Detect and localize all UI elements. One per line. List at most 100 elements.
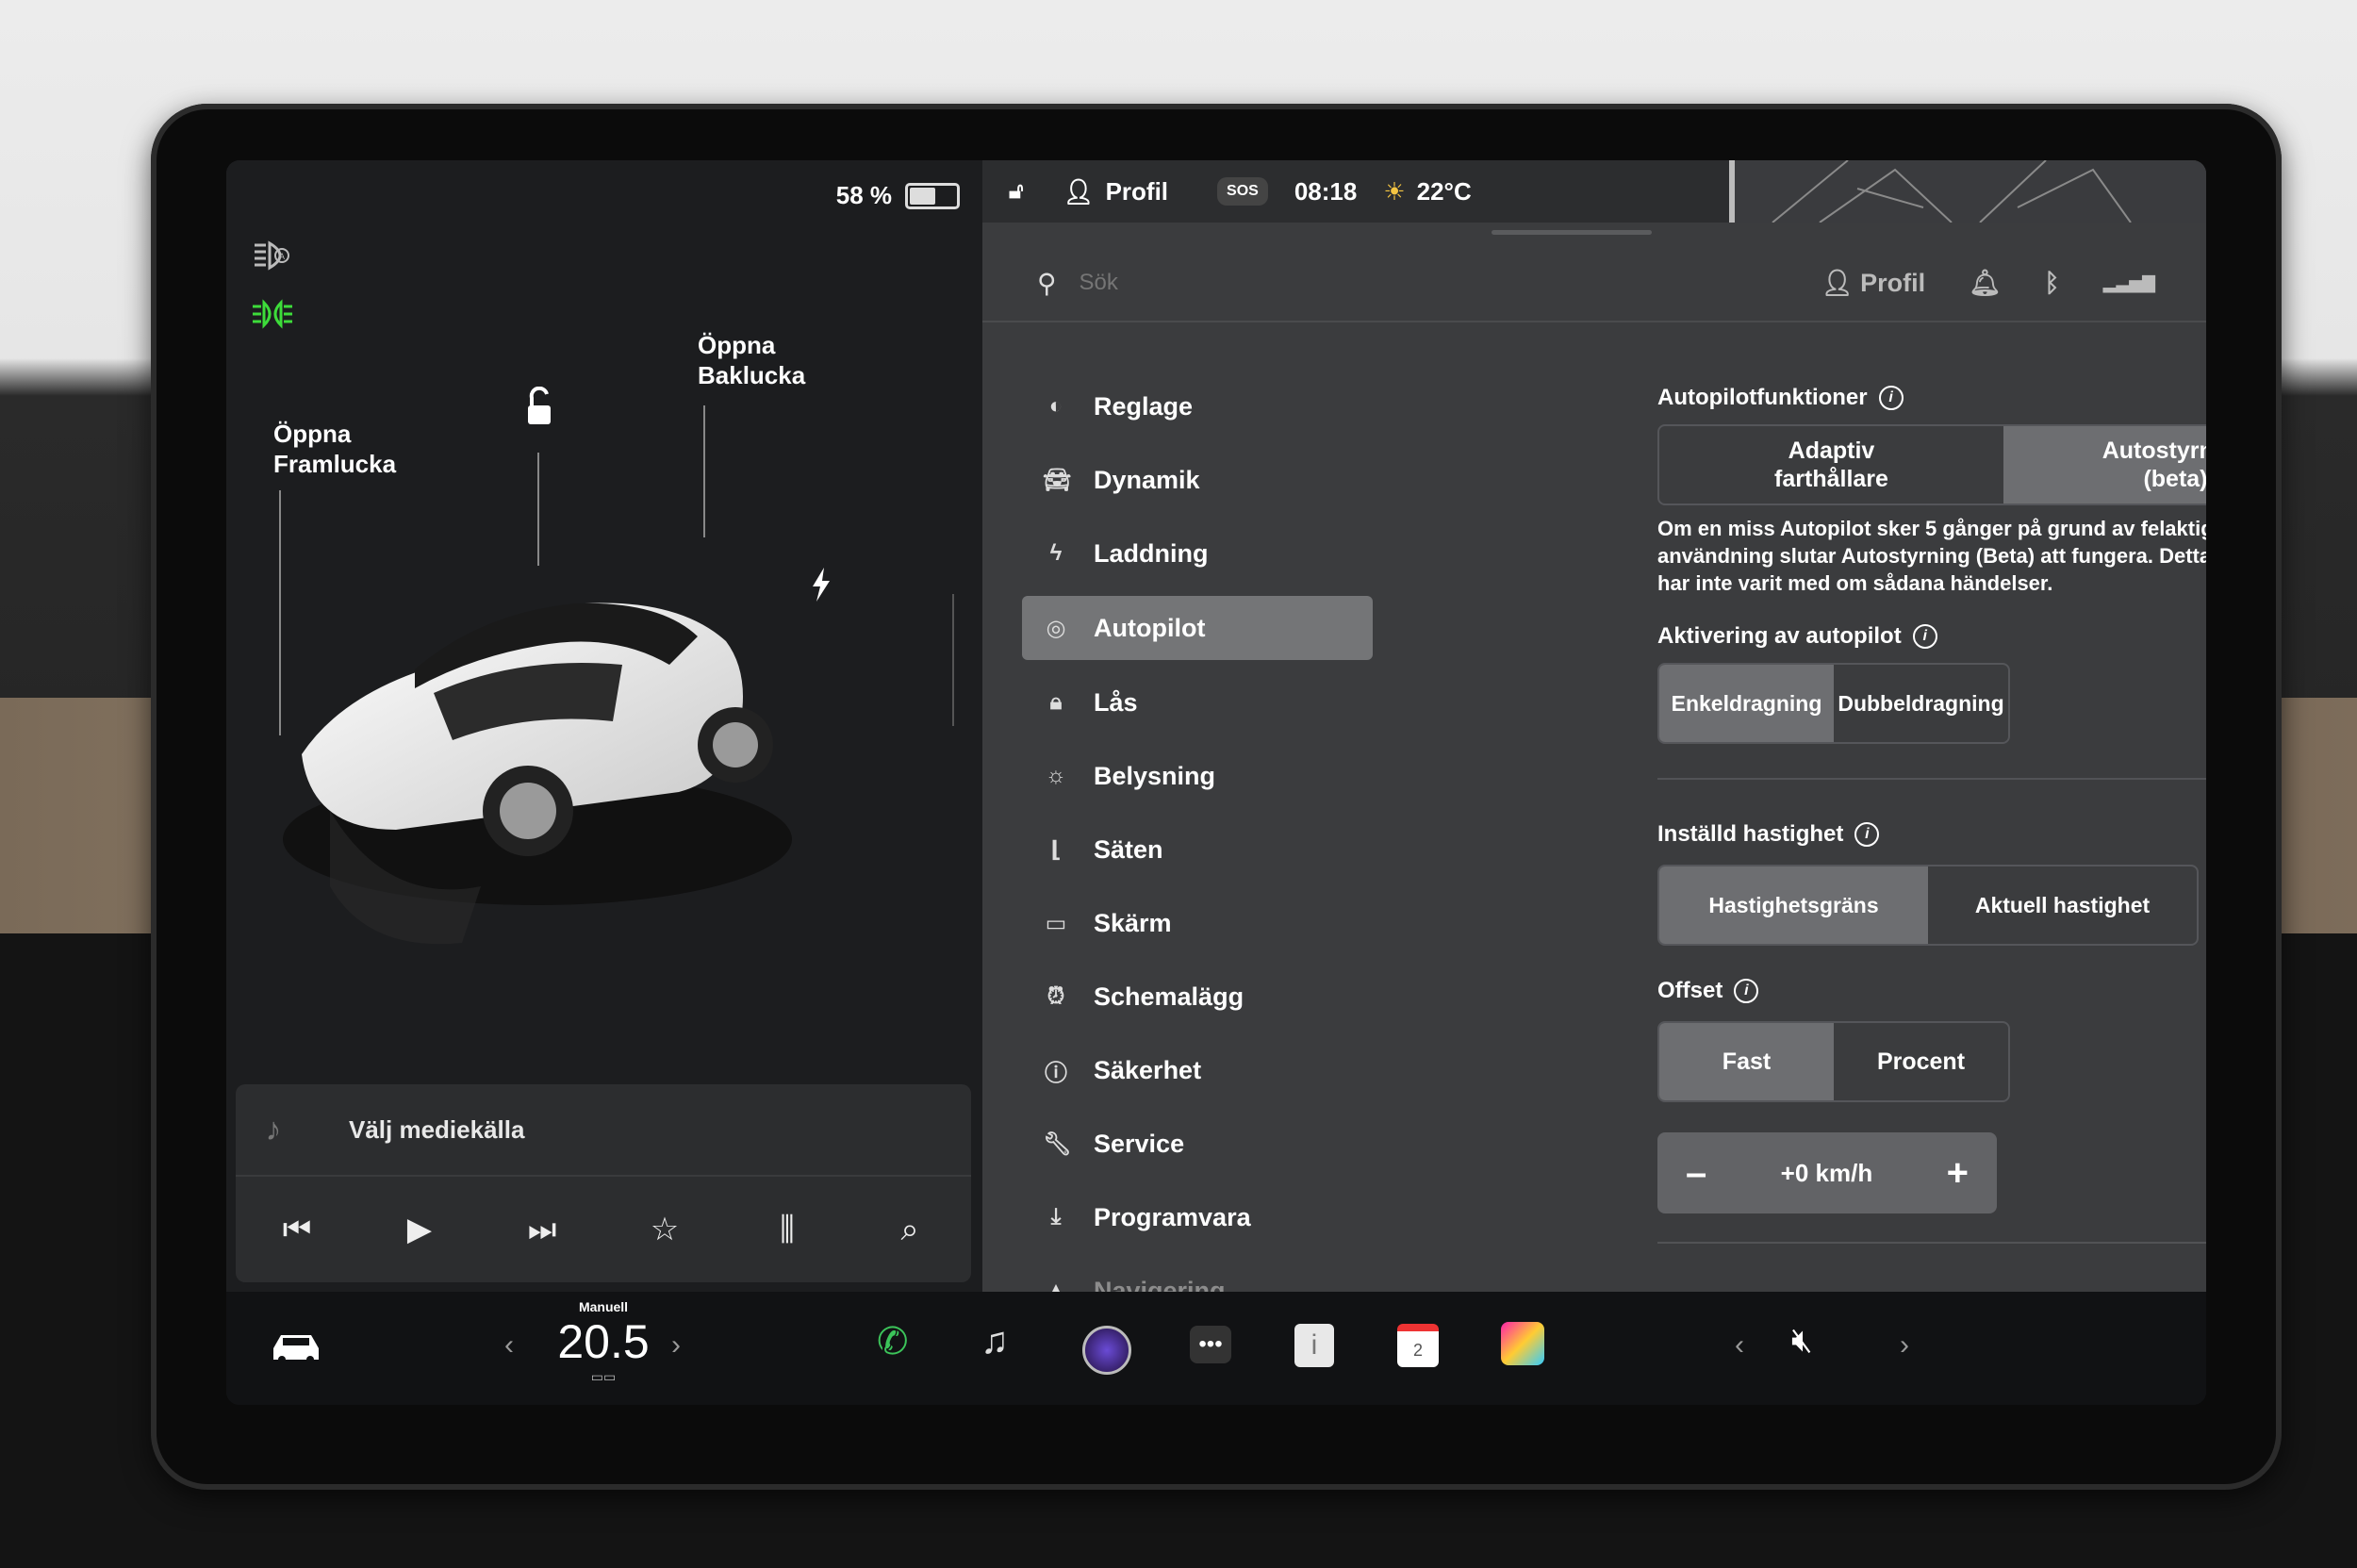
temp-down-chevron[interactable]: ‹	[504, 1329, 514, 1362]
activation-title: Aktivering av autopilot	[1657, 623, 1902, 649]
car-model-image	[283, 602, 792, 945]
autosteer-label-1: Autostyrning	[2102, 437, 2206, 464]
map-roads-graphic	[1772, 160, 2132, 223]
info-icon[interactable]: i	[1878, 386, 1904, 410]
download-icon: ⤓	[1050, 1204, 1062, 1230]
decrease-button[interactable]: –	[1686, 1152, 1706, 1195]
settings-search-input[interactable]	[1077, 269, 1647, 297]
frunk-label-2: Framlucka	[273, 450, 397, 478]
volume-down-chevron[interactable]: ‹	[1735, 1329, 1744, 1362]
fixed-offset-option[interactable]: Fast	[1659, 1023, 1834, 1100]
manual-info-icon[interactable]: i	[1294, 1324, 1334, 1367]
svg-text:A: A	[279, 252, 285, 261]
seat-icon: ⌊	[1050, 836, 1062, 863]
menu-item-säkerhet[interactable]: ⓘ Säkerhet	[1022, 1033, 1373, 1107]
info-icon[interactable]: i	[1854, 822, 1880, 847]
menu-item-lås[interactable]: 🔒︎ Lås	[1022, 666, 1373, 739]
settings-panel: 🔓︎ 👤︎Profil SOS 08:18 ☀22°C ⚲ 👤︎ Profil …	[982, 160, 2206, 1305]
climate-mode-label: Manuell	[578, 1299, 629, 1314]
battery-icon	[905, 182, 960, 209]
panel-drag-handle[interactable]	[1492, 230, 1652, 235]
play-icon[interactable]: ▶	[391, 1211, 448, 1248]
media-controls: ⏮ ▶ ⏭ ☆ ⫼ ⌕	[236, 1177, 971, 1282]
percent-offset-option[interactable]: Procent	[1834, 1023, 2008, 1100]
offset-heading: Offset i	[1657, 978, 2206, 1004]
favorite-star-icon[interactable]: ☆	[636, 1211, 693, 1248]
description-line-3: har inte varit med om sådana händelser.	[1657, 571, 2053, 595]
menu-item-label: Belysning	[1094, 761, 1216, 790]
map-preview[interactable]	[1729, 160, 2206, 223]
double-pull-option[interactable]: Dubbeldragning	[1834, 665, 2008, 742]
bell-icon[interactable]: 🔔︎	[1969, 268, 2001, 298]
menu-item-reglage[interactable]: ◐ Reglage	[1022, 370, 1373, 443]
unlock-icon[interactable]	[520, 387, 558, 430]
info-icon[interactable]: i	[1734, 979, 1759, 1003]
trunk-button[interactable]: Öppna Baklucka	[698, 330, 805, 390]
temp-up-chevron[interactable]: ›	[671, 1329, 681, 1362]
equalizer-icon[interactable]: ⫼	[759, 1212, 816, 1248]
profile-status[interactable]: 👤︎ Profil	[1063, 177, 1168, 206]
frunk-button[interactable]: Öppna Framlucka	[273, 419, 396, 479]
previous-track-icon[interactable]: ⏮	[269, 1212, 325, 1248]
single-pull-option[interactable]: Enkeldragning	[1659, 665, 1834, 742]
info-icon[interactable]: i	[1912, 624, 1937, 649]
media-search-icon[interactable]: ⌕	[882, 1212, 938, 1248]
warning-icon: ⓘ	[1045, 1060, 1067, 1086]
phone-icon[interactable]: ✆	[877, 1320, 909, 1363]
search-icon: ⚲	[1037, 268, 1057, 298]
person-icon: 👤︎	[1821, 269, 1861, 297]
menu-item-säten[interactable]: ⌊ Säten	[1022, 813, 1373, 886]
charge-port-icon[interactable]	[807, 566, 835, 603]
more-apps-icon[interactable]: •••	[1190, 1326, 1231, 1363]
music-icon[interactable]: ♫	[981, 1320, 1009, 1362]
speed-limit-option[interactable]: Hastighetsgräns	[1659, 867, 1928, 944]
bluetooth-icon[interactable]: ᛒ	[2044, 269, 2059, 298]
touchscreen: 58 % A Öppna Framlucka Öppna Baklucka ♪ …	[226, 160, 2206, 1405]
profile-button[interactable]: 👤︎ Profil	[1821, 268, 1925, 298]
panel-divider-handle[interactable]	[952, 594, 954, 726]
menu-item-autopilot[interactable]: ◎ Autopilot	[1022, 596, 1373, 660]
menu-item-schemalägg[interactable]: ⏰︎ Schemalägg	[1022, 960, 1373, 1033]
media-source-label: Välj mediekälla	[349, 1114, 525, 1144]
lock-status-icon[interactable]: 🔓︎	[1009, 178, 1024, 205]
autosteer-label-2: (beta)	[2143, 466, 2206, 492]
activation-selector: Enkeldragning Dubbeldragning	[1657, 663, 2010, 744]
menu-item-service[interactable]: 🔧︎ Service	[1022, 1107, 1373, 1180]
sos-badge: SOS	[1217, 177, 1268, 206]
auto-headlights-icon[interactable]: A	[251, 239, 294, 272]
menu-item-belysning[interactable]: ☼ Belysning	[1022, 739, 1373, 813]
volume-up-chevron[interactable]: ›	[1900, 1329, 1909, 1362]
alarm-icon: ⏰︎	[1047, 983, 1065, 1009]
climate-control[interactable]: Manuell 20.5 ▭▭	[547, 1299, 660, 1385]
menu-item-label: Dynamik	[1094, 465, 1200, 494]
media-player: ♪ Välj mediekälla ⏮ ▶ ⏭ ☆ ⫼ ⌕	[236, 1084, 971, 1282]
status-bar: 🔓︎ 👤︎ Profil SOS 08:18 ☀ 22°C	[982, 160, 2206, 223]
search-bar: ⚲ 👤︎ Profil 🔔︎ ᛒ ▂▃▅▇	[982, 245, 2206, 322]
menu-item-dynamik[interactable]: 🚘︎ Dynamik	[1022, 443, 1373, 517]
sun-icon: ☼	[1046, 763, 1066, 788]
increase-button[interactable]: +	[1947, 1152, 1969, 1195]
menu-item-skärm[interactable]: ▭ Skärm	[1022, 886, 1373, 960]
description-line-1: Om en miss Autopilot sker 5 gånger på gr…	[1657, 517, 2206, 540]
adaptive-cruise-option[interactable]: Adaptiv farthållare	[1659, 426, 2003, 503]
current-speed-option[interactable]: Aktuell hastighet	[1928, 867, 2197, 944]
calendar-day: 2	[1412, 1341, 1423, 1360]
search-bar-actions: 👤︎ Profil 🔔︎ ᛒ ▂▃▅▇	[1821, 268, 2155, 298]
menu-item-programvara[interactable]: ⤓ Programvara	[1022, 1180, 1373, 1254]
media-source-row[interactable]: ♪ Välj mediekälla	[236, 1084, 971, 1177]
battery-status: 58 %	[836, 181, 960, 210]
menu-item-label: Autopilot	[1094, 613, 1206, 642]
camera-icon[interactable]	[1082, 1326, 1131, 1375]
adaptive-cruise-label-1: Adaptiv	[1788, 437, 1875, 464]
fog-lights-icon[interactable]	[251, 298, 294, 330]
toybox-icon[interactable]	[1501, 1322, 1544, 1365]
next-track-icon[interactable]: ⏭	[514, 1212, 570, 1248]
section-divider	[1657, 1242, 2206, 1244]
mute-icon[interactable]: 🔇︎	[1791, 1320, 1813, 1361]
menu-item-laddning[interactable]: ϟ Laddning	[1022, 517, 1373, 590]
settings-menu: ◐ Reglage 🚘︎ Dynamik ϟ Laddning ◎ Autopilot 🔒︎ Lå…	[1022, 370, 1373, 1328]
autosteer-option[interactable]: Autostyrning(beta)	[2003, 426, 2206, 503]
calendar-icon[interactable]: 2	[1397, 1324, 1439, 1367]
car-icon[interactable]	[268, 1328, 324, 1365]
sos-button[interactable]: SOS	[1217, 177, 1268, 206]
